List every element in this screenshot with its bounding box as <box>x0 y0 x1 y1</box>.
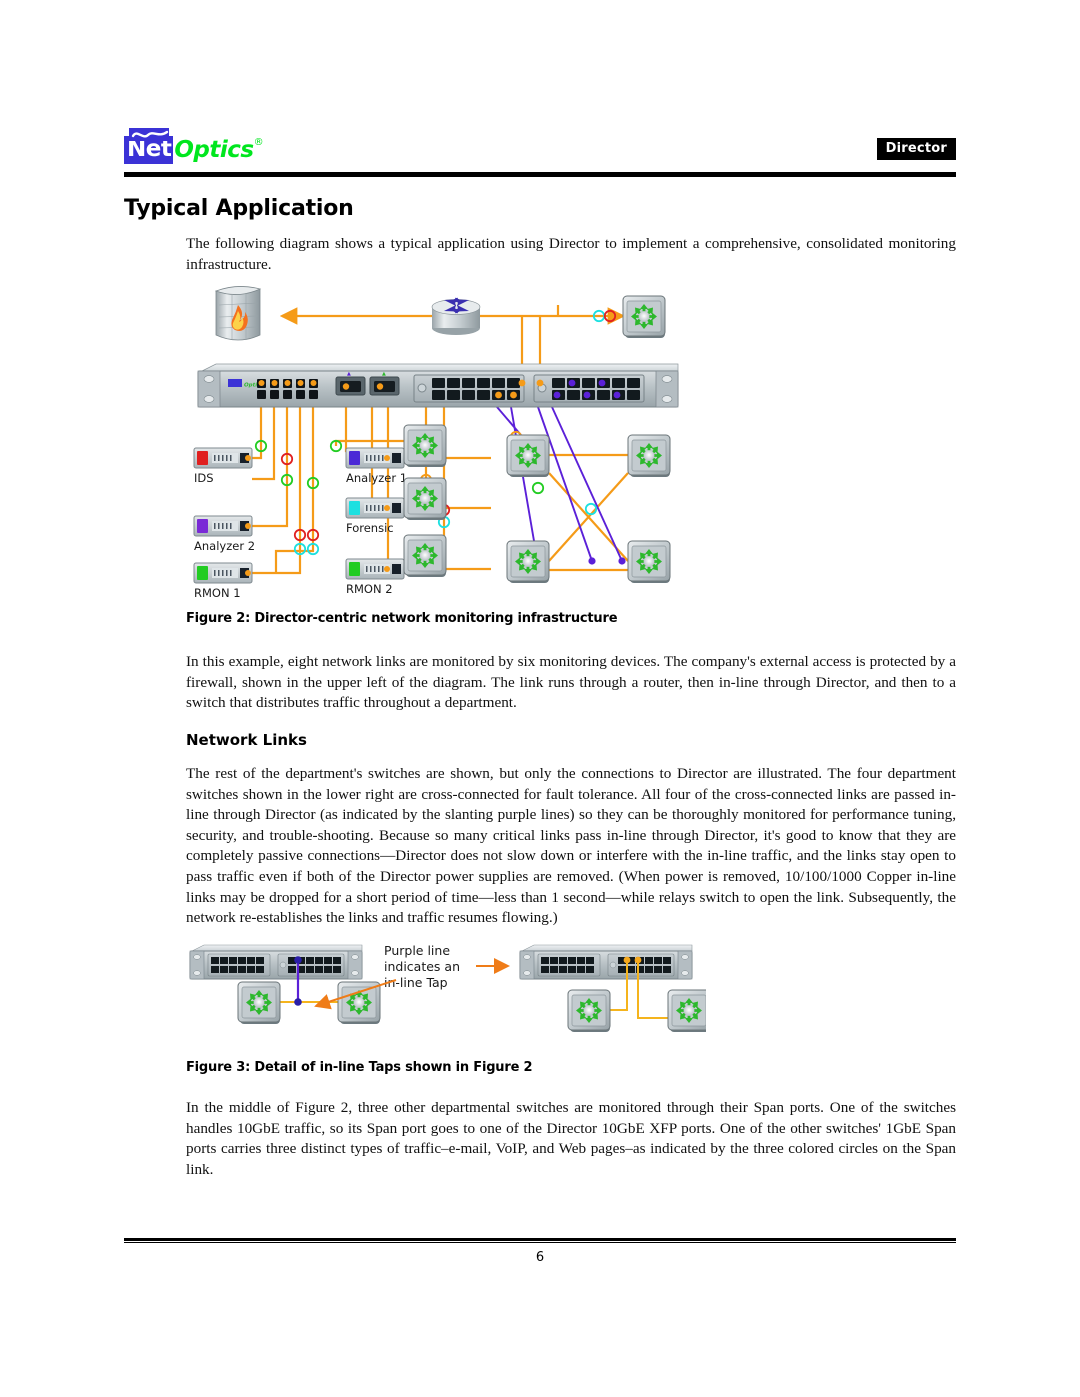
registered-trademark-icon: ® <box>253 136 264 148</box>
paragraph-after-figure-3: In the middle of Figure 2, three other d… <box>186 1099 956 1178</box>
figure3-switch-right-1 <box>567 989 611 1033</box>
monitoring-device-ids: IDS <box>193 447 253 485</box>
switch-icon-dept-2 <box>627 434 671 478</box>
monitoring-device-rmon1: RMON 1 <box>193 562 253 598</box>
firewall-icon <box>214 286 262 341</box>
device-label-rmon-1: RMON 1 <box>194 586 241 598</box>
router-icon <box>431 297 481 335</box>
page-number: 6 <box>535 1250 545 1265</box>
monitoring-device-rmon2: RMON 2 <box>345 558 405 596</box>
figure3-switch-right <box>337 981 381 1025</box>
device-label-analyzer-1: Analyzer 1 <box>346 471 407 485</box>
figure3-right-example <box>519 944 706 1033</box>
page-header: Net Optics ® Director <box>124 125 956 175</box>
device-label-analyzer-2: Analyzer 2 <box>194 539 255 553</box>
switch-icon-dept-3 <box>506 540 550 584</box>
switch-icon-middle-3 <box>403 534 447 578</box>
switch-icon-middle-2 <box>403 477 447 521</box>
logo-optics-text: Optics <box>174 137 254 163</box>
annotation-line-3: in-line Tap <box>384 975 448 990</box>
paragraph-after-figure-2: In this example, eight network links are… <box>186 653 956 712</box>
figure3-switch-left <box>237 981 281 1025</box>
annotation-line-2: indicates an <box>384 959 460 974</box>
logo-tilde-icon <box>129 128 169 141</box>
device-label-forensic: Forensic <box>346 521 394 535</box>
intro-paragraph: The following diagram shows a typical ap… <box>186 235 956 273</box>
figure-2-caption: Figure 2: Director-centric network monit… <box>186 611 618 626</box>
figure-2-diagram: Optics ▲ ▲ IDS Analyzer 2 RMON 1 Analyze… <box>186 283 726 598</box>
svg-text:▲: ▲ <box>347 371 351 377</box>
director-copper-module-2 <box>518 374 645 403</box>
section-heading-network-links: Network Links <box>186 731 307 749</box>
monitoring-device-forensic: Forensic <box>345 497 405 535</box>
document-tag-director: Director <box>876 138 956 160</box>
svg-text:▲: ▲ <box>382 371 386 377</box>
document-page: Net Optics ® Director Typical Applicatio… <box>0 0 1080 1397</box>
figure-3-diagram: Purple line indicates an in-line Tap <box>186 938 706 1053</box>
device-label-rmon-2: RMON 2 <box>346 582 393 596</box>
monitoring-device-analyzer1: Analyzer 1 <box>345 447 407 485</box>
switch-icon-middle-1 <box>403 424 447 468</box>
device-label-ids: IDS <box>194 471 214 485</box>
annotation-line-1: Purple line <box>384 943 450 958</box>
figure3-switch-right-2 <box>667 989 706 1033</box>
switch-icon-dept-4 <box>627 540 671 584</box>
figure-3-caption: Figure 3: Detail of in-line Taps shown i… <box>186 1060 533 1075</box>
network-links-paragraph: The rest of the department's switches ar… <box>186 765 956 927</box>
switch-icon-dept-1 <box>506 434 550 478</box>
page-title: Typical Application <box>124 196 354 221</box>
monitoring-device-analyzer2: Analyzer 2 <box>193 515 255 553</box>
switch-icon-top-right <box>622 295 666 339</box>
figure3-left-example <box>189 944 381 1025</box>
footer-divider <box>124 1238 956 1243</box>
director-appliance: Optics ▲ ▲ <box>197 363 679 408</box>
director-copper-module-1 <box>413 374 525 403</box>
header-divider <box>124 172 956 177</box>
